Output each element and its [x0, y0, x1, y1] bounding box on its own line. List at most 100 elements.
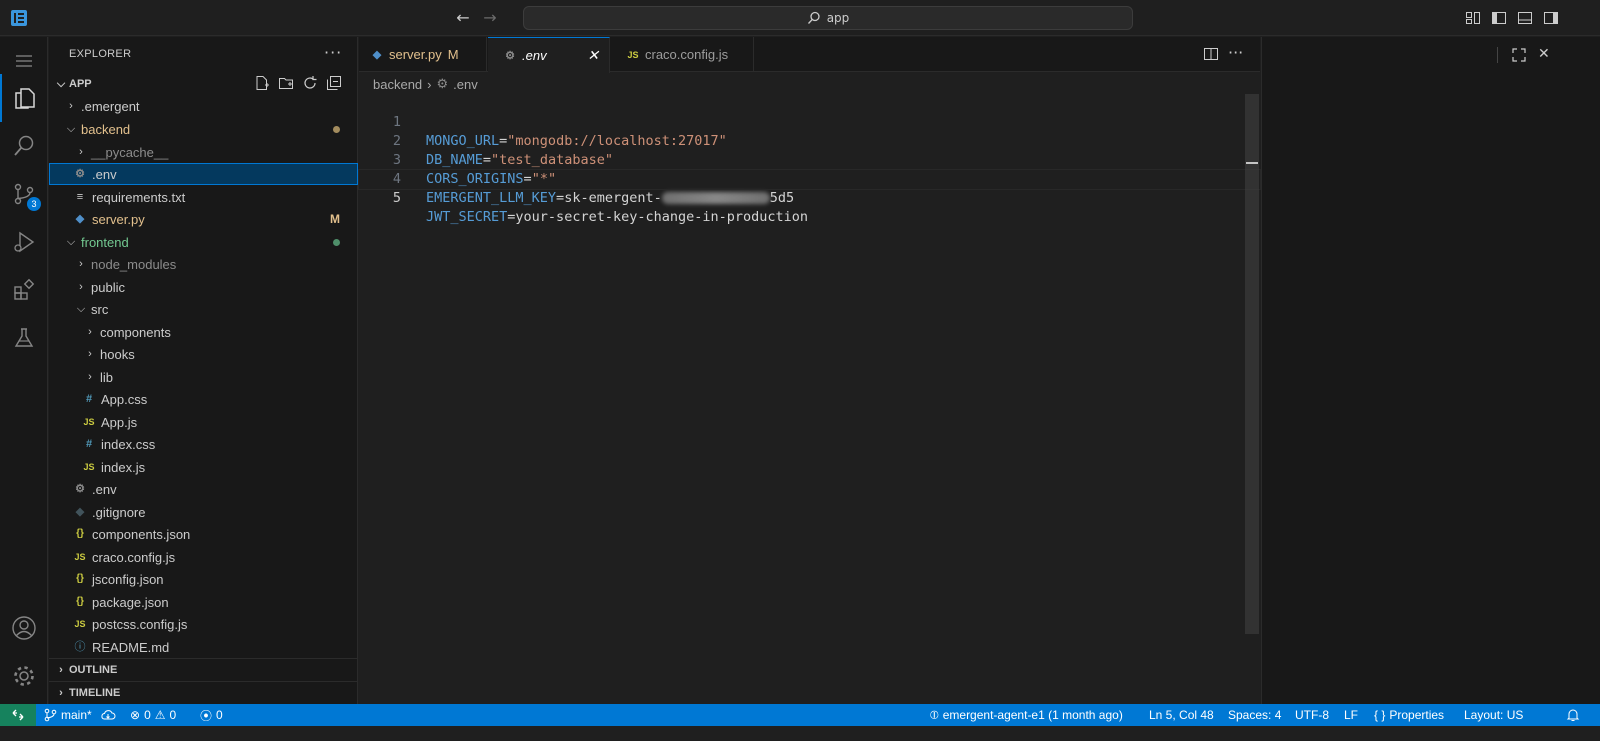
chevron-down-icon: ⌵ — [56, 78, 66, 90]
tree-file-server-py[interactable]: ◆ server.py M — [49, 208, 358, 230]
tree-folder-hooks[interactable]: › hooks — [49, 343, 358, 365]
chevron-right-icon: › — [59, 663, 63, 676]
chevron-right-icon: › — [88, 348, 92, 360]
code-line-current[interactable]: 5 JWT_SECRET = your-secret-key-change-in-p… — [358, 169, 1261, 225]
git-blame-indicator[interactable]: ⦶ emergent-agent-e1 (1 month ago) — [930, 704, 1123, 726]
branch-indicator[interactable]: main* — [44, 704, 116, 726]
forward-arrow-icon[interactable]: → — [481, 9, 499, 27]
tree-folder-src[interactable]: ⌵ src — [49, 298, 358, 320]
command-center-text: app — [826, 11, 850, 25]
more-actions-icon[interactable]: ··· — [324, 43, 342, 62]
env-value-prefix: sk-emergent- — [564, 190, 662, 206]
testing-flask-icon[interactable] — [0, 314, 48, 362]
tab-craco-config[interactable]: JS craco.config.js — [611, 37, 754, 72]
customize-layout-icon[interactable] — [1465, 10, 1481, 26]
refresh-icon[interactable] — [302, 75, 318, 91]
tab-label: server.py — [389, 47, 442, 62]
sync-cloud-icon[interactable] — [100, 708, 116, 722]
tree-file-app-css[interactable]: # App.css — [49, 388, 358, 410]
keyboard-layout[interactable]: Layout: US — [1464, 704, 1523, 726]
tree-file-index-js[interactable]: JS index.js — [49, 456, 358, 478]
toggle-panel-icon[interactable] — [1517, 10, 1533, 26]
git-commit-icon: ⦶ — [930, 707, 939, 722]
tree-file-craco-config[interactable]: JS craco.config.js — [49, 546, 358, 568]
status-bar: main* ⊗ 0 ⚠ 0 ⦿ 0 ⦶ emergent-agent-e1 (1… — [0, 704, 1600, 726]
code-line[interactable]: 1 MONGO_URL="mongodb://localhost:27017" — [359, 94, 1260, 149]
tree-folder-public[interactable]: › public — [49, 276, 358, 298]
collapse-all-icon[interactable] — [326, 75, 342, 91]
more-actions-icon[interactable]: ··· — [1228, 43, 1243, 62]
notifications-bell-icon[interactable] — [1566, 704, 1580, 726]
tree-file-jsconfig[interactable]: {} jsconfig.json — [49, 568, 358, 590]
back-arrow-icon[interactable]: ← — [454, 9, 472, 27]
breadcrumb-file[interactable]: .env — [453, 77, 478, 92]
tree-file-readme[interactable]: ⓘ README.md — [49, 636, 358, 658]
tree-file-gitignore[interactable]: ◆ .gitignore — [49, 501, 358, 523]
manage-gear-icon[interactable] — [0, 652, 48, 700]
end-of-line[interactable]: LF — [1344, 704, 1358, 726]
language-mode[interactable]: { } Properties — [1374, 704, 1444, 726]
remote-indicator[interactable] — [0, 704, 36, 726]
command-center-search[interactable]: app — [523, 6, 1133, 30]
indentation[interactable]: Spaces: 4 — [1228, 704, 1281, 726]
timeline-section[interactable]: › TIMELINE — [49, 681, 358, 703]
vertical-scrollbar[interactable] — [1245, 94, 1259, 634]
toggle-secondary-sidebar-icon[interactable] — [1543, 10, 1559, 26]
cursor-position[interactable]: Ln 5, Col 48 — [1149, 704, 1214, 726]
encoding[interactable]: UTF-8 — [1295, 704, 1329, 726]
tree-folder-lib[interactable]: › lib — [49, 366, 358, 388]
problems-indicator[interactable]: ⊗ 0 ⚠ 0 — [130, 704, 176, 726]
tree-folder-frontend[interactable]: ⌵ frontend — [49, 231, 358, 253]
javascript-file-icon: JS — [627, 49, 639, 60]
tab-label: craco.config.js — [645, 47, 729, 62]
new-file-icon[interactable] — [254, 75, 270, 91]
tree-file-index-css[interactable]: # index.css — [49, 433, 358, 455]
breadcrumb: backend › ⚙ .env — [373, 75, 478, 93]
code-line[interactable]: 3 CORS_ORIGINS="*" — [359, 132, 1260, 187]
chevron-right-icon: › — [88, 371, 92, 383]
tree-folder-emergent[interactable]: › .emergent — [49, 95, 358, 117]
tree-file-components-json[interactable]: {} components.json — [49, 523, 358, 545]
tree-folder-backend[interactable]: ⌵ backend — [49, 118, 358, 140]
close-icon[interactable]: ✕ — [1538, 46, 1550, 62]
explorer-icon[interactable] — [0, 74, 48, 122]
tree-file-frontend-env[interactable]: ⚙ .env — [49, 478, 358, 500]
javascript-file-icon: JS — [83, 462, 95, 472]
new-folder-icon[interactable] — [278, 75, 294, 91]
chevron-right-icon: › — [79, 281, 83, 293]
gear-file-icon: ⚙ — [505, 49, 515, 62]
tree-file-postcss-config[interactable]: JS postcss.config.js — [49, 613, 358, 635]
json-file-icon: {} — [76, 528, 84, 539]
accounts-icon[interactable] — [0, 604, 48, 652]
ports-indicator[interactable]: ⦿ 0 — [200, 704, 223, 726]
maximize-icon[interactable] — [1511, 47, 1527, 63]
code-line[interactable]: 2 DB_NAME="test_database" — [359, 113, 1260, 168]
tree-item-label: App.css — [101, 391, 148, 407]
tab-server-py[interactable]: ◆ server.py M — [359, 37, 487, 72]
breadcrumb-folder[interactable]: backend — [373, 77, 422, 92]
tab-env[interactable]: ⚙ .env ✕ — [488, 37, 610, 73]
run-and-debug-icon[interactable] — [0, 218, 48, 266]
outline-section[interactable]: › OUTLINE — [49, 658, 358, 680]
code-line[interactable]: 4 EMERGENT_LLM_KEY=sk-emergent- 5d5 — [359, 151, 1260, 206]
tree-folder-components[interactable]: › components — [49, 321, 358, 343]
tree-item-label: components — [100, 324, 171, 340]
close-icon[interactable]: ✕ — [587, 48, 599, 62]
tree-file-backend-env[interactable]: ⚙ .env — [49, 163, 358, 185]
tree-file-requirements[interactable]: ≡ requirements.txt — [49, 186, 358, 208]
tree-file-app-js[interactable]: JS App.js — [49, 411, 358, 433]
toggle-primary-sidebar-icon[interactable] — [1491, 10, 1507, 26]
javascript-file-icon: JS — [74, 552, 86, 562]
search-view-icon[interactable] — [0, 122, 48, 170]
env-value-suffix: 5d5 — [769, 190, 795, 206]
explorer-sidebar: EXPLORER ··· ⌵ APP › .emergent ⌵ backend… — [49, 37, 358, 720]
remote-icon — [12, 709, 24, 721]
tree-item-label: index.css — [101, 436, 156, 452]
tree-file-package-json[interactable]: {} package.json — [49, 591, 358, 613]
tree-folder-pycache[interactable]: › __pycache__ — [49, 141, 358, 163]
source-control-icon[interactable]: 3 — [0, 170, 48, 218]
split-editor-icon[interactable] — [1203, 46, 1219, 62]
tab-modified-indicator: M — [447, 47, 459, 62]
extensions-icon[interactable] — [0, 266, 48, 314]
tree-folder-node-modules[interactable]: › node_modules — [49, 253, 358, 275]
